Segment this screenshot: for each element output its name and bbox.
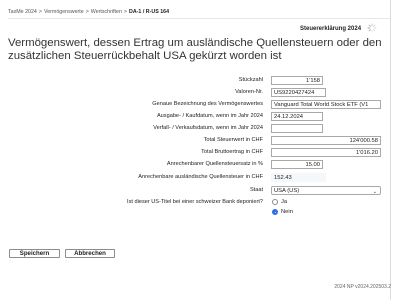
breadcrumb-separator: > [38,9,42,15]
steuerwert-label: Total Steuerwert in CHF [203,137,263,143]
form-row-quellensteuer: Anrechenbare ausländische Quellensteuer … [0,173,399,183]
form-row-kaufdatum: Ausgabe- / Kaufdatum, wenn im Jahr 2024 … [0,112,399,122]
form-row-stueckzahl: Stückzahl 1'158 [0,76,399,86]
kaufdatum-label: Ausgabe- / Kaufdatum, wenn im Jahr 2024 [156,113,263,119]
deponiert-option-nein-label: Nein [281,209,293,215]
staat-select[interactable]: USA (US) ⌄ [271,186,381,195]
form-row-quellensteuersatz: Anrechenbarer Quellensteuersatz in % 15.… [0,160,399,170]
bruttoertrag-input[interactable]: 1'016.20 [271,148,381,157]
form-row-steuerwert: Total Steuerwert in CHF 124'000.58 [0,136,399,146]
staat-label: Staat [249,187,263,193]
breadcrumb-item-taxme[interactable]: TaxMe 2024 [8,9,37,15]
valoren-input[interactable]: US9220427424 [271,88,326,97]
quellensteuer-value: 152.43 [271,173,326,182]
verkaufsdatum-label: Verfall- / Verkaufsdatum, wenn im Jahr 2… [153,125,263,131]
steuerwert-input[interactable]: 124'000.58 [271,136,381,145]
valoren-label: Valoren-Nr. [235,89,263,95]
bezeichnung-input[interactable]: Vanguard Total World Stock ETF (V1 [271,100,381,109]
quellensteuer-label: Anrechenbare ausländische Quellensteuer … [138,174,263,180]
save-button[interactable]: Speichern [9,249,60,258]
deponiert-radio-nein[interactable] [272,209,278,215]
staat-selected-value: USA (US) [274,188,300,194]
stueckzahl-label: Stückzahl [238,77,263,83]
form-row-staat: Staat USA (US) ⌄ [0,186,399,196]
form-row-verkaufsdatum: Verfall- / Verkaufsdatum, wenn im Jahr 2… [0,124,399,134]
stueckzahl-input[interactable]: 1'158 [271,76,323,85]
version-footer: 2024 NP v2024.202503.2 [334,284,391,290]
chevron-down-icon: ⌄ [372,188,377,195]
form-row-bezeichnung: Genaue Bezeichnung des Vermögenswertes V… [0,100,399,110]
deponiert-option-ja-label: Ja [281,199,288,205]
breadcrumb: TaxMe 2024 > Vermögenswerte > Wertschriften >… [8,9,169,15]
breadcrumb-current: DA-1 / R-US 164 [129,9,170,15]
quellensteuersatz-input[interactable]: 15.00 [271,160,323,169]
verkaufsdatum-input[interactable] [271,124,323,133]
deponiert-radio-ja[interactable] [272,199,278,205]
quellensteuersatz-label: Anrechenbarer Quellensteuersatz in % [166,161,263,167]
breadcrumb-separator: > [85,9,89,15]
deponiert-label: Ist dieser US-Titel bei einer schweizer … [127,199,263,205]
form-row-deponiert: Ist dieser US-Titel bei einer schweizer … [0,198,399,215]
form-title: Steuererklärung 2024 [300,26,362,32]
bruttoertrag-label: Total Bruttoertrag in CHF [201,149,263,155]
page-title: Vermögenswert, dessen Ertrag um ausländi… [8,37,382,62]
cancel-button[interactable]: Abbrechen [65,249,115,258]
kaufdatum-input[interactable]: 24.12.2024 [271,112,323,121]
form-row-valoren: Valoren-Nr. US9220427424 [0,88,399,98]
loading-spinner-icon [367,23,377,33]
divider [8,18,390,19]
breadcrumb-item-wertschriften[interactable]: Wertschriften [91,9,122,15]
bezeichnung-label: Genaue Bezeichnung des Vermögenswertes [152,101,263,107]
breadcrumb-item-vermoegenswerte[interactable]: Vermögenswerte [44,9,84,15]
breadcrumb-separator: > [123,9,127,15]
form-row-bruttoertrag: Total Bruttoertrag in CHF 1'016.20 [0,148,399,158]
